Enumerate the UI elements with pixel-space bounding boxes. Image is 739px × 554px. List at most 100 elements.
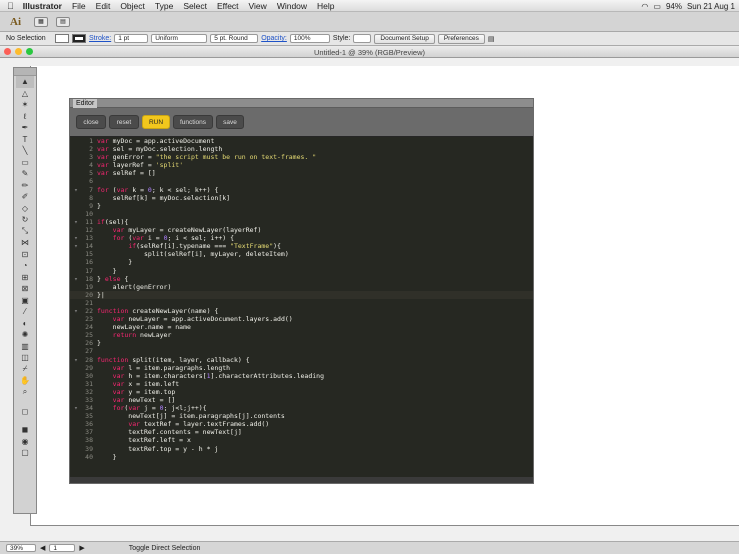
fold-marker-icon[interactable] <box>70 453 82 461</box>
code-line[interactable]: 9} <box>70 202 533 210</box>
hand-tool-icon[interactable]: ✋ <box>16 375 34 387</box>
shape-builder-tool-icon[interactable]: ◔ <box>16 260 34 272</box>
code-line[interactable]: 26} <box>70 339 533 347</box>
pen-tool-icon[interactable]: ✒ <box>16 122 34 134</box>
scale-tool-icon[interactable]: ⤡ <box>16 226 34 238</box>
menu-select[interactable]: Select <box>178 1 212 11</box>
menu-view[interactable]: View <box>244 1 272 11</box>
fold-marker-icon[interactable] <box>70 445 82 453</box>
stroke-swatch[interactable] <box>72 34 86 43</box>
selection-tool-icon[interactable]: ▲ <box>16 76 34 88</box>
fold-marker-icon[interactable] <box>70 420 82 428</box>
symbol-sprayer-tool-icon[interactable]: ✺ <box>16 329 34 341</box>
fold-marker-icon[interactable]: ▾ <box>70 307 82 315</box>
battery-icon[interactable]: ▭ <box>653 2 661 11</box>
pencil-tool-icon[interactable]: ✏ <box>16 180 34 192</box>
code-line[interactable]: 31 var x = item.left <box>70 380 533 388</box>
code-line[interactable]: 5 var selRef = [] <box>70 169 533 177</box>
save-button[interactable]: save <box>216 115 244 129</box>
fold-marker-icon[interactable]: ▾ <box>70 275 82 283</box>
apple-icon[interactable]:  <box>0 1 18 11</box>
stroke-link[interactable]: Stroke: <box>89 35 111 42</box>
code-line[interactable]: 24 newLayer.name = name <box>70 323 533 331</box>
menu-type[interactable]: Type <box>150 1 178 11</box>
code-line[interactable]: 38 textRef.left = x <box>70 436 533 444</box>
magic-wand-tool-icon[interactable]: ✶ <box>16 99 34 111</box>
code-area[interactable]: 1 var myDoc = app.activeDocument 2 var sel … <box>70 137 533 477</box>
menu-edit[interactable]: Edit <box>91 1 116 11</box>
eraser-tool-icon[interactable]: ◇ <box>16 203 34 215</box>
lasso-tool-icon[interactable]: ℓ <box>16 111 34 123</box>
gradient-tool-icon[interactable]: ▣ <box>16 295 34 307</box>
tools-panel-header[interactable] <box>14 68 36 76</box>
fold-marker-icon[interactable] <box>70 299 82 307</box>
datetime[interactable]: Sun 21 Aug 1 <box>687 2 735 11</box>
rotate-tool-icon[interactable]: ↻ <box>16 214 34 226</box>
artboard-tool-icon[interactable]: ◫ <box>16 352 34 364</box>
functions-button[interactable]: functions <box>173 115 213 129</box>
fold-marker-icon[interactable] <box>70 347 82 355</box>
fold-marker-icon[interactable] <box>70 323 82 331</box>
eyedropper-tool-icon[interactable]: ⁄ <box>16 306 34 318</box>
drawing-mode-icon[interactable]: ◉ <box>16 436 34 448</box>
width-tool-icon[interactable]: ⋈ <box>16 237 34 249</box>
code-line[interactable]: 12 var myLayer = createNewLayer(layerRef… <box>70 226 533 234</box>
code-line[interactable]: 8 selRef[k] = myDoc.selection[k] <box>70 194 533 202</box>
menu-window[interactable]: Window <box>272 1 312 11</box>
code-line[interactable]: 33 var newText = [] <box>70 396 533 404</box>
fold-marker-icon[interactable] <box>70 194 82 202</box>
fold-marker-icon[interactable] <box>70 258 82 266</box>
code-line[interactable]: 40 } <box>70 453 533 461</box>
fold-marker-icon[interactable] <box>70 145 82 153</box>
code-line[interactable]: 15 split(selRef[i], myLayer, deleteItem) <box>70 250 533 258</box>
code-line[interactable]: 1 var myDoc = app.activeDocument <box>70 137 533 145</box>
fold-marker-icon[interactable] <box>70 226 82 234</box>
opacity-link[interactable]: Opacity: <box>261 35 287 42</box>
menu-file[interactable]: File <box>67 1 91 11</box>
code-line[interactable]: ▾ 22 function createNewLayer(name) { <box>70 307 533 315</box>
run-button[interactable]: RUN <box>142 115 170 129</box>
wifi-icon[interactable]: ◠ <box>641 2 648 11</box>
fill-swatch[interactable] <box>55 34 69 43</box>
preferences-button[interactable]: Preferences <box>437 33 485 44</box>
paintbrush-tool-icon[interactable]: ✎ <box>16 168 34 180</box>
menu-object[interactable]: Object <box>115 1 150 11</box>
brush-definition[interactable]: 5 pt. Round <box>210 34 259 43</box>
fold-marker-icon[interactable] <box>70 161 82 169</box>
direct-selection-tool-icon[interactable]: △ <box>16 88 34 100</box>
code-line[interactable]: 17 } <box>70 267 533 275</box>
code-line[interactable]: ▾ 34 for(var j = 0; j<l;j++){ <box>70 404 533 412</box>
code-line[interactable]: ▾ 18} else { <box>70 275 533 283</box>
blend-tool-icon[interactable]: ◐ <box>16 318 34 330</box>
column-graph-tool-icon[interactable]: ▥ <box>16 341 34 353</box>
fold-marker-icon[interactable] <box>70 169 82 177</box>
code-line[interactable]: 10 <box>70 210 533 218</box>
code-line[interactable]: 29 var l = item.paragraphs.length <box>70 364 533 372</box>
screen-mode-icon[interactable]: ▢ <box>16 447 34 459</box>
menu-effect[interactable]: Effect <box>212 1 244 11</box>
artboard-number-field[interactable]: 1 <box>49 544 76 552</box>
code-line[interactable]: 27 <box>70 347 533 355</box>
free-transform-tool-icon[interactable]: ⊡ <box>16 249 34 261</box>
close-button[interactable]: close <box>76 115 106 129</box>
code-line[interactable]: 4 var layerRef = 'split' <box>70 161 533 169</box>
arrange-documents-button[interactable]: ▤ <box>56 16 70 27</box>
fold-marker-icon[interactable]: ▾ <box>70 234 82 242</box>
stroke-weight-field[interactable]: 1 pt <box>114 34 149 43</box>
code-line[interactable]: ▾ 14 if(selRef[i].typename === "TextFrame… <box>70 242 533 250</box>
blob-brush-tool-icon[interactable]: ✐ <box>16 191 34 203</box>
code-line[interactable]: ▾ 11 if(sel){ <box>70 218 533 226</box>
fold-marker-icon[interactable]: ▾ <box>70 242 82 250</box>
editor-resize-handle[interactable] <box>70 477 533 483</box>
perspective-grid-tool-icon[interactable]: ⊞ <box>16 272 34 284</box>
fold-marker-icon[interactable]: ▾ <box>70 218 82 226</box>
zoom-dropdown[interactable]: 39% <box>6 544 36 552</box>
fold-marker-icon[interactable] <box>70 412 82 420</box>
fold-marker-icon[interactable] <box>70 137 82 145</box>
editor-tab[interactable]: Editor <box>73 99 98 108</box>
panel-menu-icon[interactable]: ▤ <box>488 35 495 43</box>
opacity-field[interactable]: 100% <box>289 34 330 43</box>
code-line[interactable]: 37 textRef.contents = newText[j] <box>70 428 533 436</box>
fold-marker-icon[interactable] <box>70 153 82 161</box>
graphic-style-dropdown[interactable] <box>353 34 372 43</box>
